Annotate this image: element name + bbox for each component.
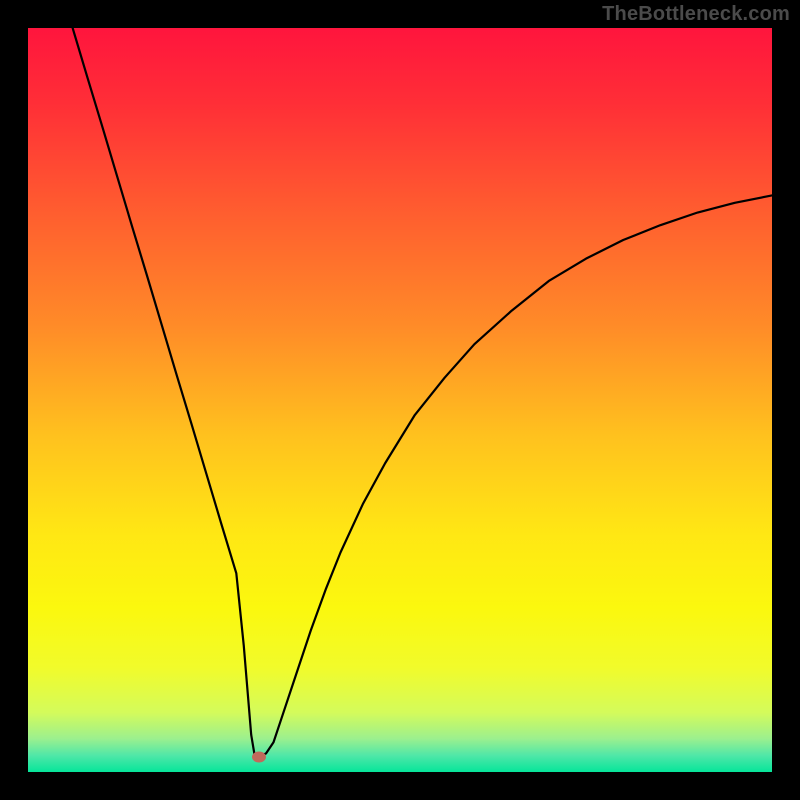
- optimum-marker: [252, 752, 266, 763]
- watermark-text: TheBottleneck.com: [602, 3, 790, 26]
- gradient-background: [28, 28, 772, 772]
- bottleneck-chart: [28, 28, 772, 772]
